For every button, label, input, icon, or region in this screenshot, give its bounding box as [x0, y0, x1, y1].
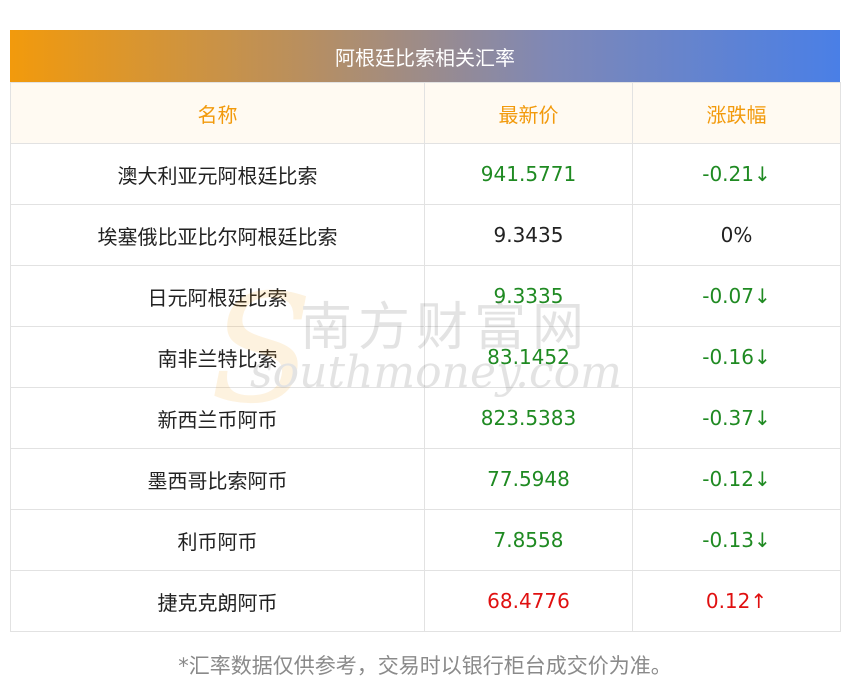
table-title-text: 阿根廷比索相关汇率	[335, 45, 515, 70]
cell-price: 9.3435	[424, 204, 633, 266]
cell-name: 南非兰特比索	[10, 326, 425, 388]
cell-change: 0%	[632, 204, 841, 266]
cell-price: 77.5948	[424, 448, 633, 510]
table-row: 利币阿币 7.8558 -0.13↓	[10, 509, 841, 571]
cell-change: -0.12↓	[632, 448, 841, 510]
disclaimer-footnote: *汇率数据仅供参考，交易时以银行柜台成交价为准。	[178, 654, 672, 678]
table-row: 日元阿根廷比索 9.3335 -0.07↓	[10, 265, 841, 327]
cell-price: 7.8558	[424, 509, 633, 571]
column-header-change: 涨跌幅	[632, 82, 841, 144]
cell-change: 0.12↑	[632, 570, 841, 632]
exchange-rate-card: 阿根廷比索相关汇率 名称 最新价 涨跌幅 澳大利亚元阿根廷比索 941.5771…	[10, 30, 841, 632]
cell-price: 9.3335	[424, 265, 633, 327]
table-row: 墨西哥比索阿币 77.5948 -0.12↓	[10, 448, 841, 510]
cell-name: 捷克克朗阿币	[10, 570, 425, 632]
cell-change: -0.37↓	[632, 387, 841, 449]
cell-name: 日元阿根廷比索	[10, 265, 425, 327]
cell-name: 墨西哥比索阿币	[10, 448, 425, 510]
cell-change: -0.07↓	[632, 265, 841, 327]
table-title: 阿根廷比索相关汇率	[10, 30, 840, 82]
table-row: 新西兰币阿币 823.5383 -0.37↓	[10, 387, 841, 449]
cell-price: 941.5771	[424, 143, 633, 205]
cell-name: 澳大利亚元阿根廷比索	[10, 143, 425, 205]
cell-change: -0.21↓	[632, 143, 841, 205]
table-row: 南非兰特比索 83.1452 -0.16↓	[10, 326, 841, 388]
cell-price: 68.4776	[424, 570, 633, 632]
exchange-rate-table: 名称 最新价 涨跌幅 澳大利亚元阿根廷比索 941.5771 -0.21↓ 埃塞…	[10, 82, 841, 632]
cell-name: 埃塞俄比亚比尔阿根廷比索	[10, 204, 425, 266]
table-row: 澳大利亚元阿根廷比索 941.5771 -0.21↓	[10, 143, 841, 205]
cell-name: 利币阿币	[10, 509, 425, 571]
table-header-row: 名称 最新价 涨跌幅	[10, 82, 841, 144]
cell-price: 823.5383	[424, 387, 633, 449]
column-header-name: 名称	[10, 82, 425, 144]
table-row: 埃塞俄比亚比尔阿根廷比索 9.3435 0%	[10, 204, 841, 266]
cell-price: 83.1452	[424, 326, 633, 388]
column-header-price: 最新价	[424, 82, 633, 144]
table-row: 捷克克朗阿币 68.4776 0.12↑	[10, 570, 841, 632]
cell-change: -0.16↓	[632, 326, 841, 388]
cell-name: 新西兰币阿币	[10, 387, 425, 449]
cell-change: -0.13↓	[632, 509, 841, 571]
